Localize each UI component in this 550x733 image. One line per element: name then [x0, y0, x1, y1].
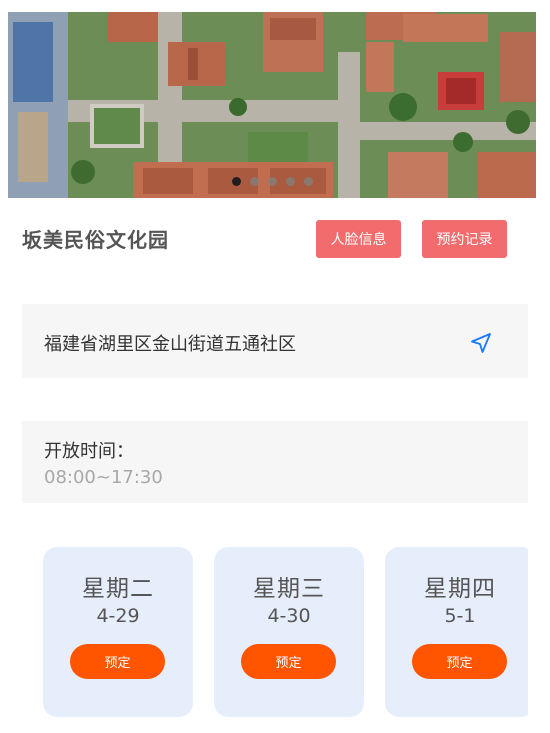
day-weekday: 星期四: [424, 576, 496, 602]
day-card: 星期二 4-29 预定: [43, 547, 193, 717]
navigation-arrow-icon[interactable]: [469, 331, 493, 355]
banner-carousel[interactable]: [8, 12, 536, 198]
carousel-indicator: [8, 177, 536, 186]
address-text: 福建省湖里区金山街道五通社区: [44, 334, 296, 355]
venue-title: 坂美民俗文化园: [22, 228, 169, 252]
carousel-dot[interactable]: [267, 177, 277, 186]
booking-record-button[interactable]: 预约记录: [422, 220, 507, 258]
day-weekday: 星期二: [82, 576, 154, 602]
opening-hours-label: 开放时间：: [44, 441, 134, 462]
book-button[interactable]: 预定: [70, 644, 165, 679]
address-card: 福建省湖里区金山街道五通社区: [22, 304, 528, 378]
day-weekday: 星期三: [253, 576, 325, 602]
book-button[interactable]: 预定: [241, 644, 336, 679]
carousel-dot[interactable]: [249, 177, 259, 186]
day-card: 星期三 4-30 预定: [214, 547, 364, 717]
face-info-button[interactable]: 人脸信息: [316, 220, 401, 258]
carousel-dot[interactable]: [231, 177, 241, 186]
day-date: 4-30: [267, 605, 311, 627]
opening-hours-value: 08:00~17:30: [44, 467, 163, 488]
carousel-dot[interactable]: [285, 177, 295, 186]
carousel-dot[interactable]: [303, 177, 313, 186]
book-button[interactable]: 预定: [412, 644, 507, 679]
banner-image: [8, 12, 536, 198]
opening-hours-card: 开放时间： 08:00~17:30: [22, 421, 528, 503]
day-date: 4-29: [96, 605, 140, 627]
date-selector[interactable]: 星期二 4-29 预定 星期三 4-30 预定 星期四 5-1 预定: [0, 547, 528, 718]
day-date: 5-1: [444, 605, 476, 627]
day-card: 星期四 5-1 预定: [385, 547, 528, 717]
